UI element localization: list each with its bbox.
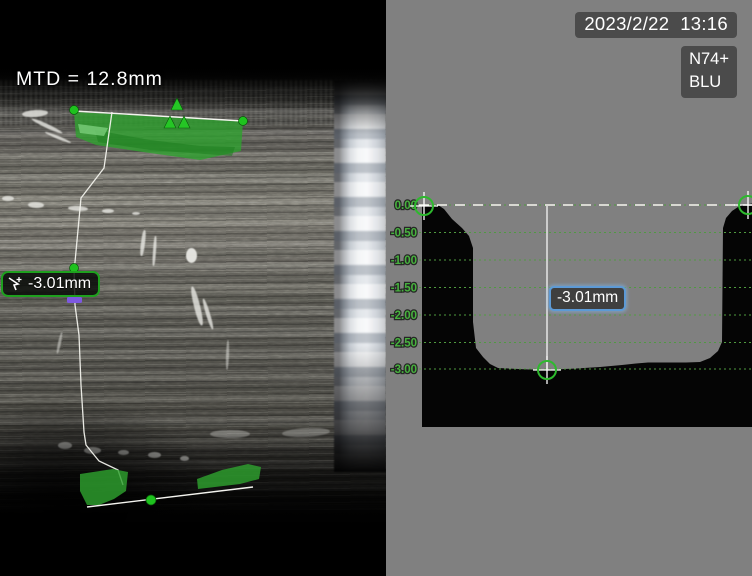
y-axis-tick-label: -1.00 (391, 255, 417, 267)
depth-value-text: -3.01mm (28, 275, 91, 293)
measure-point-dot[interactable] (239, 117, 248, 126)
probe-model-text: N74+ (689, 48, 729, 71)
probe-info-badge: N74+ BLU (681, 46, 737, 98)
reference-region-bottom[interactable] (80, 464, 261, 507)
sub-cursor-marker[interactable] (67, 297, 82, 303)
mtd-result-label: MTD = 12.8mm (16, 68, 163, 91)
datetime-badge: 2023/2/22 13:16 (575, 12, 737, 38)
drag-cursor-icon (6, 274, 25, 293)
camera-view: MTD = 12.8mm -3.01mm (0, 0, 386, 576)
y-axis-tick-label: -2.50 (391, 338, 417, 350)
measure-point-dot[interactable] (70, 106, 79, 115)
profile-silhouette (422, 204, 752, 428)
reference-region-top[interactable] (74, 111, 243, 160)
measurement-panel: 0.00 -0.50 -1.00 -1.50 -2.00 -2.50 -3.00 (386, 0, 752, 576)
probe-tip-text: BLU (689, 71, 729, 94)
videoscope-screen: MTD = 12.8mm -3.01mm (0, 0, 752, 576)
y-axis-tick-label: -1.50 (391, 283, 417, 295)
y-axis-tick-label: -0.50 (391, 228, 417, 240)
depth-value-tag[interactable]: -3.01mm (1, 271, 100, 297)
y-axis-tick-labels: 0.00 -0.50 -1.00 -1.50 -2.00 -2.50 -3.00 (391, 200, 417, 376)
y-axis-tick-label: -2.00 (391, 310, 417, 322)
y-axis-tick-label: -3.00 (391, 364, 417, 376)
chart-depth-value-label: -3.01mm (549, 286, 626, 311)
measure-point-dot[interactable] (146, 495, 156, 505)
